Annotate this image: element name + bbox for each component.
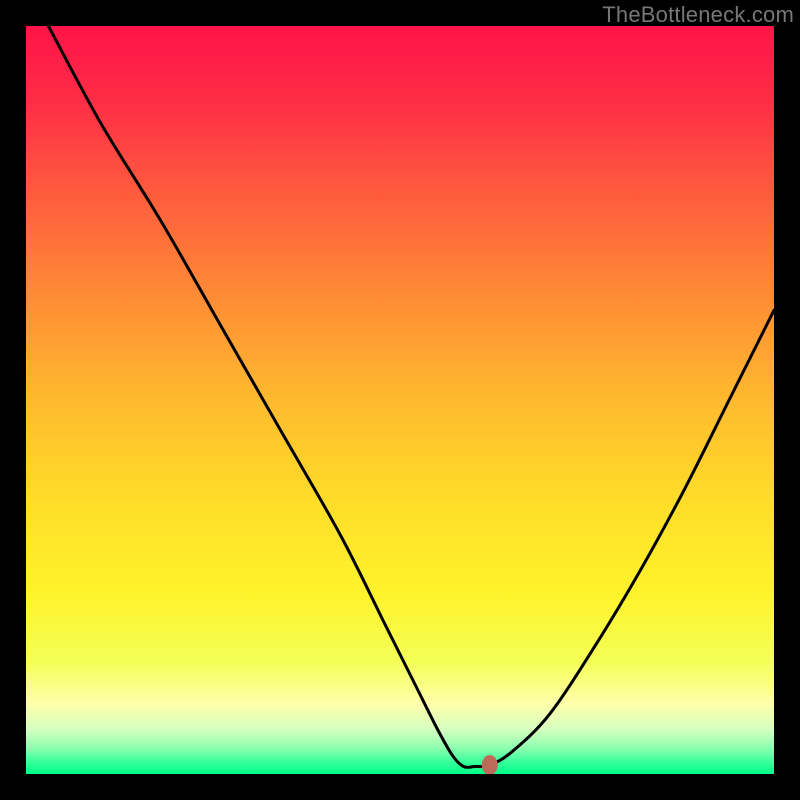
bottleneck-curve [48, 26, 774, 767]
plot-area [26, 26, 774, 774]
frame: TheBottleneck.com [0, 0, 800, 800]
curve-layer [26, 26, 774, 774]
valley-marker [482, 755, 498, 774]
credit-label: TheBottleneck.com [602, 2, 794, 28]
